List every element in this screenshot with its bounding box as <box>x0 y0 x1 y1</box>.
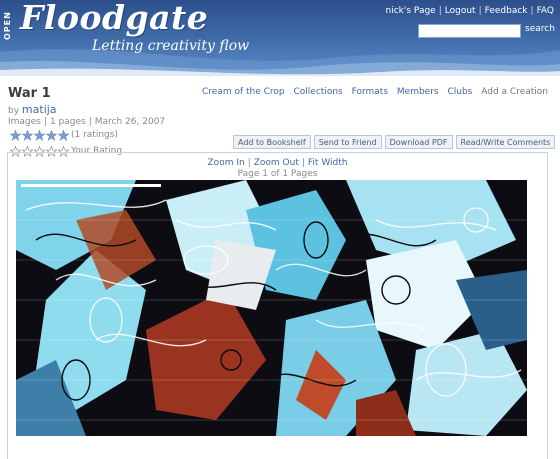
fit-width-link[interactable]: Fit Width <box>308 158 348 168</box>
star-filled-icon <box>58 129 69 141</box>
star-filled-icon <box>46 129 57 141</box>
star-filled-icon <box>22 129 33 141</box>
nav-cream-of-the-crop[interactable]: Cream of the Crop <box>202 87 285 97</box>
site-header: OPEN Floodgate Letting creativity flow n… <box>0 0 560 76</box>
feedback-link[interactable]: Feedback <box>485 6 528 16</box>
nav-formats[interactable]: Formats <box>352 87 388 97</box>
average-rating: (1 ratings) <box>10 128 118 142</box>
category[interactable]: Images <box>8 117 41 127</box>
send-to-friend-button[interactable]: Send to Friend <box>313 135 382 149</box>
work-meta: Images | 1 pages | March 26, 2007 <box>8 117 166 127</box>
tagline: Letting creativity flow <box>92 38 250 54</box>
search-button[interactable]: search <box>525 24 555 34</box>
logout-link[interactable]: Logout <box>445 6 476 16</box>
artwork-drawing <box>16 180 527 436</box>
nav-add-a-creation[interactable]: Add a Creation <box>481 87 548 97</box>
zoom-out-link[interactable]: Zoom Out <box>254 158 299 168</box>
page-count: 1 pages <box>49 117 86 127</box>
zoom-controls: Zoom In | Zoom Out | Fit Width <box>207 158 348 168</box>
logo-prefix: OPEN <box>3 11 12 40</box>
search-input[interactable] <box>418 24 521 38</box>
publish-date: March 26, 2007 <box>94 117 166 127</box>
my-page-link[interactable]: nick's Page <box>386 6 436 16</box>
byline: by matija <box>8 103 57 116</box>
main-nav: Cream of the Crop Collections Formats Me… <box>196 87 548 97</box>
nav-clubs[interactable]: Clubs <box>447 87 472 97</box>
page-info: Page 1 of 1 Pages <box>237 169 318 179</box>
nav-members[interactable]: Members <box>397 87 439 97</box>
read-write-comments-button[interactable]: Read/Write Comments <box>455 135 556 149</box>
logo[interactable]: Floodgate <box>20 0 208 37</box>
by-label: by <box>8 106 20 116</box>
author-link[interactable]: matija <box>22 103 57 116</box>
nav-collections[interactable]: Collections <box>294 87 343 97</box>
download-pdf-button[interactable]: Download PDF <box>384 135 453 149</box>
account-links: nick's Page | Logout | Feedback | FAQ <box>385 6 554 16</box>
rating-count: (1 ratings) <box>71 130 118 140</box>
action-bar: Add to Bookshelf Send to Friend Download… <box>233 135 558 149</box>
document-viewer: Zoom In | Zoom Out | Fit Width Page 1 of 1 P… <box>7 152 548 459</box>
zoom-in-link[interactable]: Zoom In <box>208 158 245 168</box>
page-title: War 1 <box>8 86 51 101</box>
faq-link[interactable]: FAQ <box>537 6 554 16</box>
add-to-bookshelf-button[interactable]: Add to Bookshelf <box>233 135 311 149</box>
star-filled-icon <box>10 129 21 141</box>
artwork-image <box>16 180 527 436</box>
star-filled-icon <box>34 129 45 141</box>
